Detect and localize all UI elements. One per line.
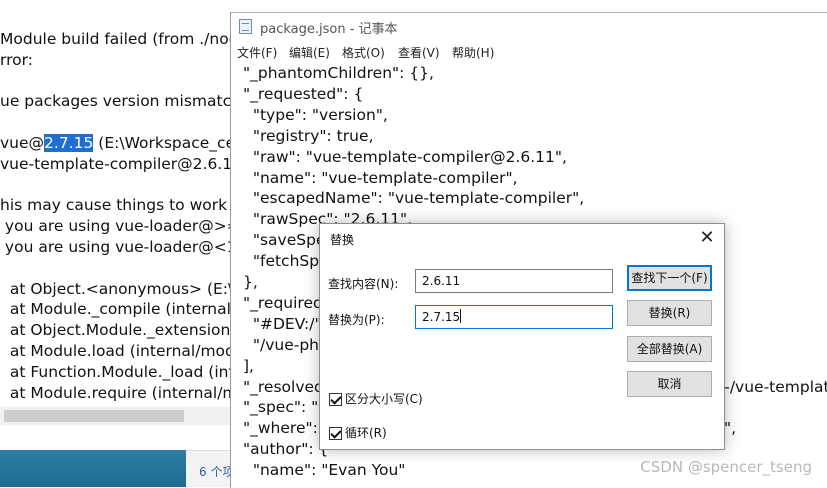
- text-line: "/vue-ph: [243, 335, 319, 354]
- menu-help[interactable]: 帮助(H): [452, 44, 494, 61]
- horizontal-scrollbar[interactable]: [0, 407, 240, 425]
- error-line: at Function.Module._load (int: [0, 362, 235, 381]
- replace-all-button[interactable]: 全部替换(A): [627, 336, 712, 362]
- error-line: at Object.<anonymous> (E:\: [0, 279, 234, 298]
- text-line-fragment: /-/vue-templat: [719, 377, 827, 396]
- match-case-option[interactable]: 区分大小写(C): [329, 390, 423, 407]
- text-line: "name": "Evan You": [243, 461, 406, 480]
- text-line-fragment: ",: [724, 419, 737, 438]
- wrap-checkbox[interactable]: [329, 427, 342, 440]
- error-line: at Module.load (internal/mod: [0, 342, 235, 360]
- scrollbar-thumb[interactable]: [4, 410, 184, 422]
- match-case-checkbox[interactable]: [329, 393, 342, 406]
- replace-label: 替换为(P):: [328, 313, 385, 327]
- text-line: "_resolved: [243, 377, 324, 396]
- notepad-icon: [239, 19, 252, 34]
- wrap-option[interactable]: 循环(R): [329, 424, 387, 441]
- taskbar-strip: [0, 450, 186, 487]
- title-bar[interactable]: package.json - 记事本: [231, 13, 827, 41]
- find-input[interactable]: 2.6.11: [415, 269, 613, 293]
- text-line: "type": "version",: [243, 105, 388, 124]
- cancel-button[interactable]: 取消: [627, 371, 712, 397]
- error-line: at Module.require (internal/m: [0, 383, 238, 402]
- window-title: package.json - 记事本: [260, 22, 398, 37]
- text-line: "_phantomChildren": {},: [243, 64, 434, 82]
- selected-text: 2.7.15: [44, 134, 94, 152]
- menu-bar: 文件(F) 编辑(E) 格式(O) 查看(V) 帮助(H): [231, 41, 827, 63]
- watermark: CSDN @spencer_tseng: [640, 458, 812, 476]
- menu-view[interactable]: 查看(V): [398, 44, 440, 61]
- error-line: vue@2.7.15 (E:\Workspace_ce: [0, 134, 236, 152]
- error-line: you are using vue-loader@>=: [0, 217, 240, 236]
- replace-input-value: 2.7.15: [422, 310, 461, 324]
- dialog-title: 替换: [330, 233, 355, 247]
- text-line: "fetchSp: [243, 252, 320, 271]
- background-terminal-page: Module build failed (from ./nod rror: ue p…: [0, 0, 240, 487]
- text-line: "raw": "vue-template-compiler@2.6.11",: [243, 147, 567, 166]
- text-line: "saveSpe: [243, 231, 326, 250]
- error-line: ue packages version mismatch: [0, 92, 240, 111]
- text-caret: [460, 309, 462, 323]
- text-line: "escapedName": "vue-template-compiler",: [243, 189, 585, 208]
- error-line: you are using vue-loader@<1: [0, 238, 237, 256]
- match-case-label: 区分大小写(C): [345, 392, 423, 406]
- error-line: vue-template-compiler@2.6.1: [0, 154, 233, 173]
- error-line: rror:: [0, 50, 33, 69]
- text-line: "name": "vue-template-compiler",: [243, 168, 518, 187]
- wrap-label: 循环(R): [345, 426, 387, 440]
- text-line: "#DEV:/": [243, 314, 322, 333]
- error-line: Module build failed (from ./nod: [0, 30, 239, 48]
- text-line: "registry": true,: [243, 126, 374, 145]
- error-line: his may cause things to work i: [0, 196, 237, 215]
- find-next-button[interactable]: 查找下一个(F): [627, 265, 712, 291]
- error-line: at Object.Module._extensions: [0, 321, 239, 340]
- error-line: at Module._compile (internal/: [0, 300, 237, 319]
- replace-button[interactable]: 替换(R): [627, 300, 712, 326]
- text-line: "_required: [243, 293, 323, 312]
- text-line: ],: [243, 356, 254, 375]
- text-line: },: [243, 273, 258, 291]
- replace-input[interactable]: 2.7.15: [415, 305, 613, 329]
- text-line: "author": {: [243, 440, 329, 459]
- close-icon[interactable]: ✕: [692, 225, 722, 251]
- menu-format[interactable]: 格式(O): [342, 44, 385, 61]
- menu-edit[interactable]: 编辑(E): [289, 44, 330, 61]
- text-line: "_requested": {: [243, 84, 364, 103]
- text-line: "_spec": "2: [243, 398, 329, 417]
- find-label: 查找内容(N):: [328, 277, 399, 291]
- text-line: "_where":: [243, 419, 318, 438]
- replace-dialog: 替换 ✕ 查找内容(N): 2.6.11 替换为(P): 2.7.15 查找下一…: [319, 223, 725, 450]
- menu-file[interactable]: 文件(F): [237, 44, 277, 61]
